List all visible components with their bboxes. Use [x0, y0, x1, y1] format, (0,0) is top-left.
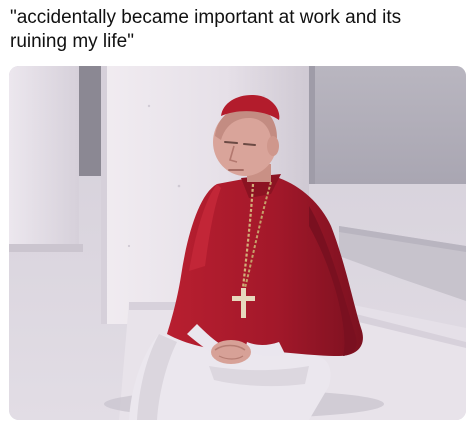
meme-photo-illustration	[9, 66, 466, 420]
meme-photo	[9, 66, 466, 420]
clasped-hands	[211, 340, 251, 364]
meme-caption: "accidentally became important at work a…	[10, 7, 402, 52]
background-wall	[309, 66, 466, 184]
left-column	[9, 66, 79, 248]
